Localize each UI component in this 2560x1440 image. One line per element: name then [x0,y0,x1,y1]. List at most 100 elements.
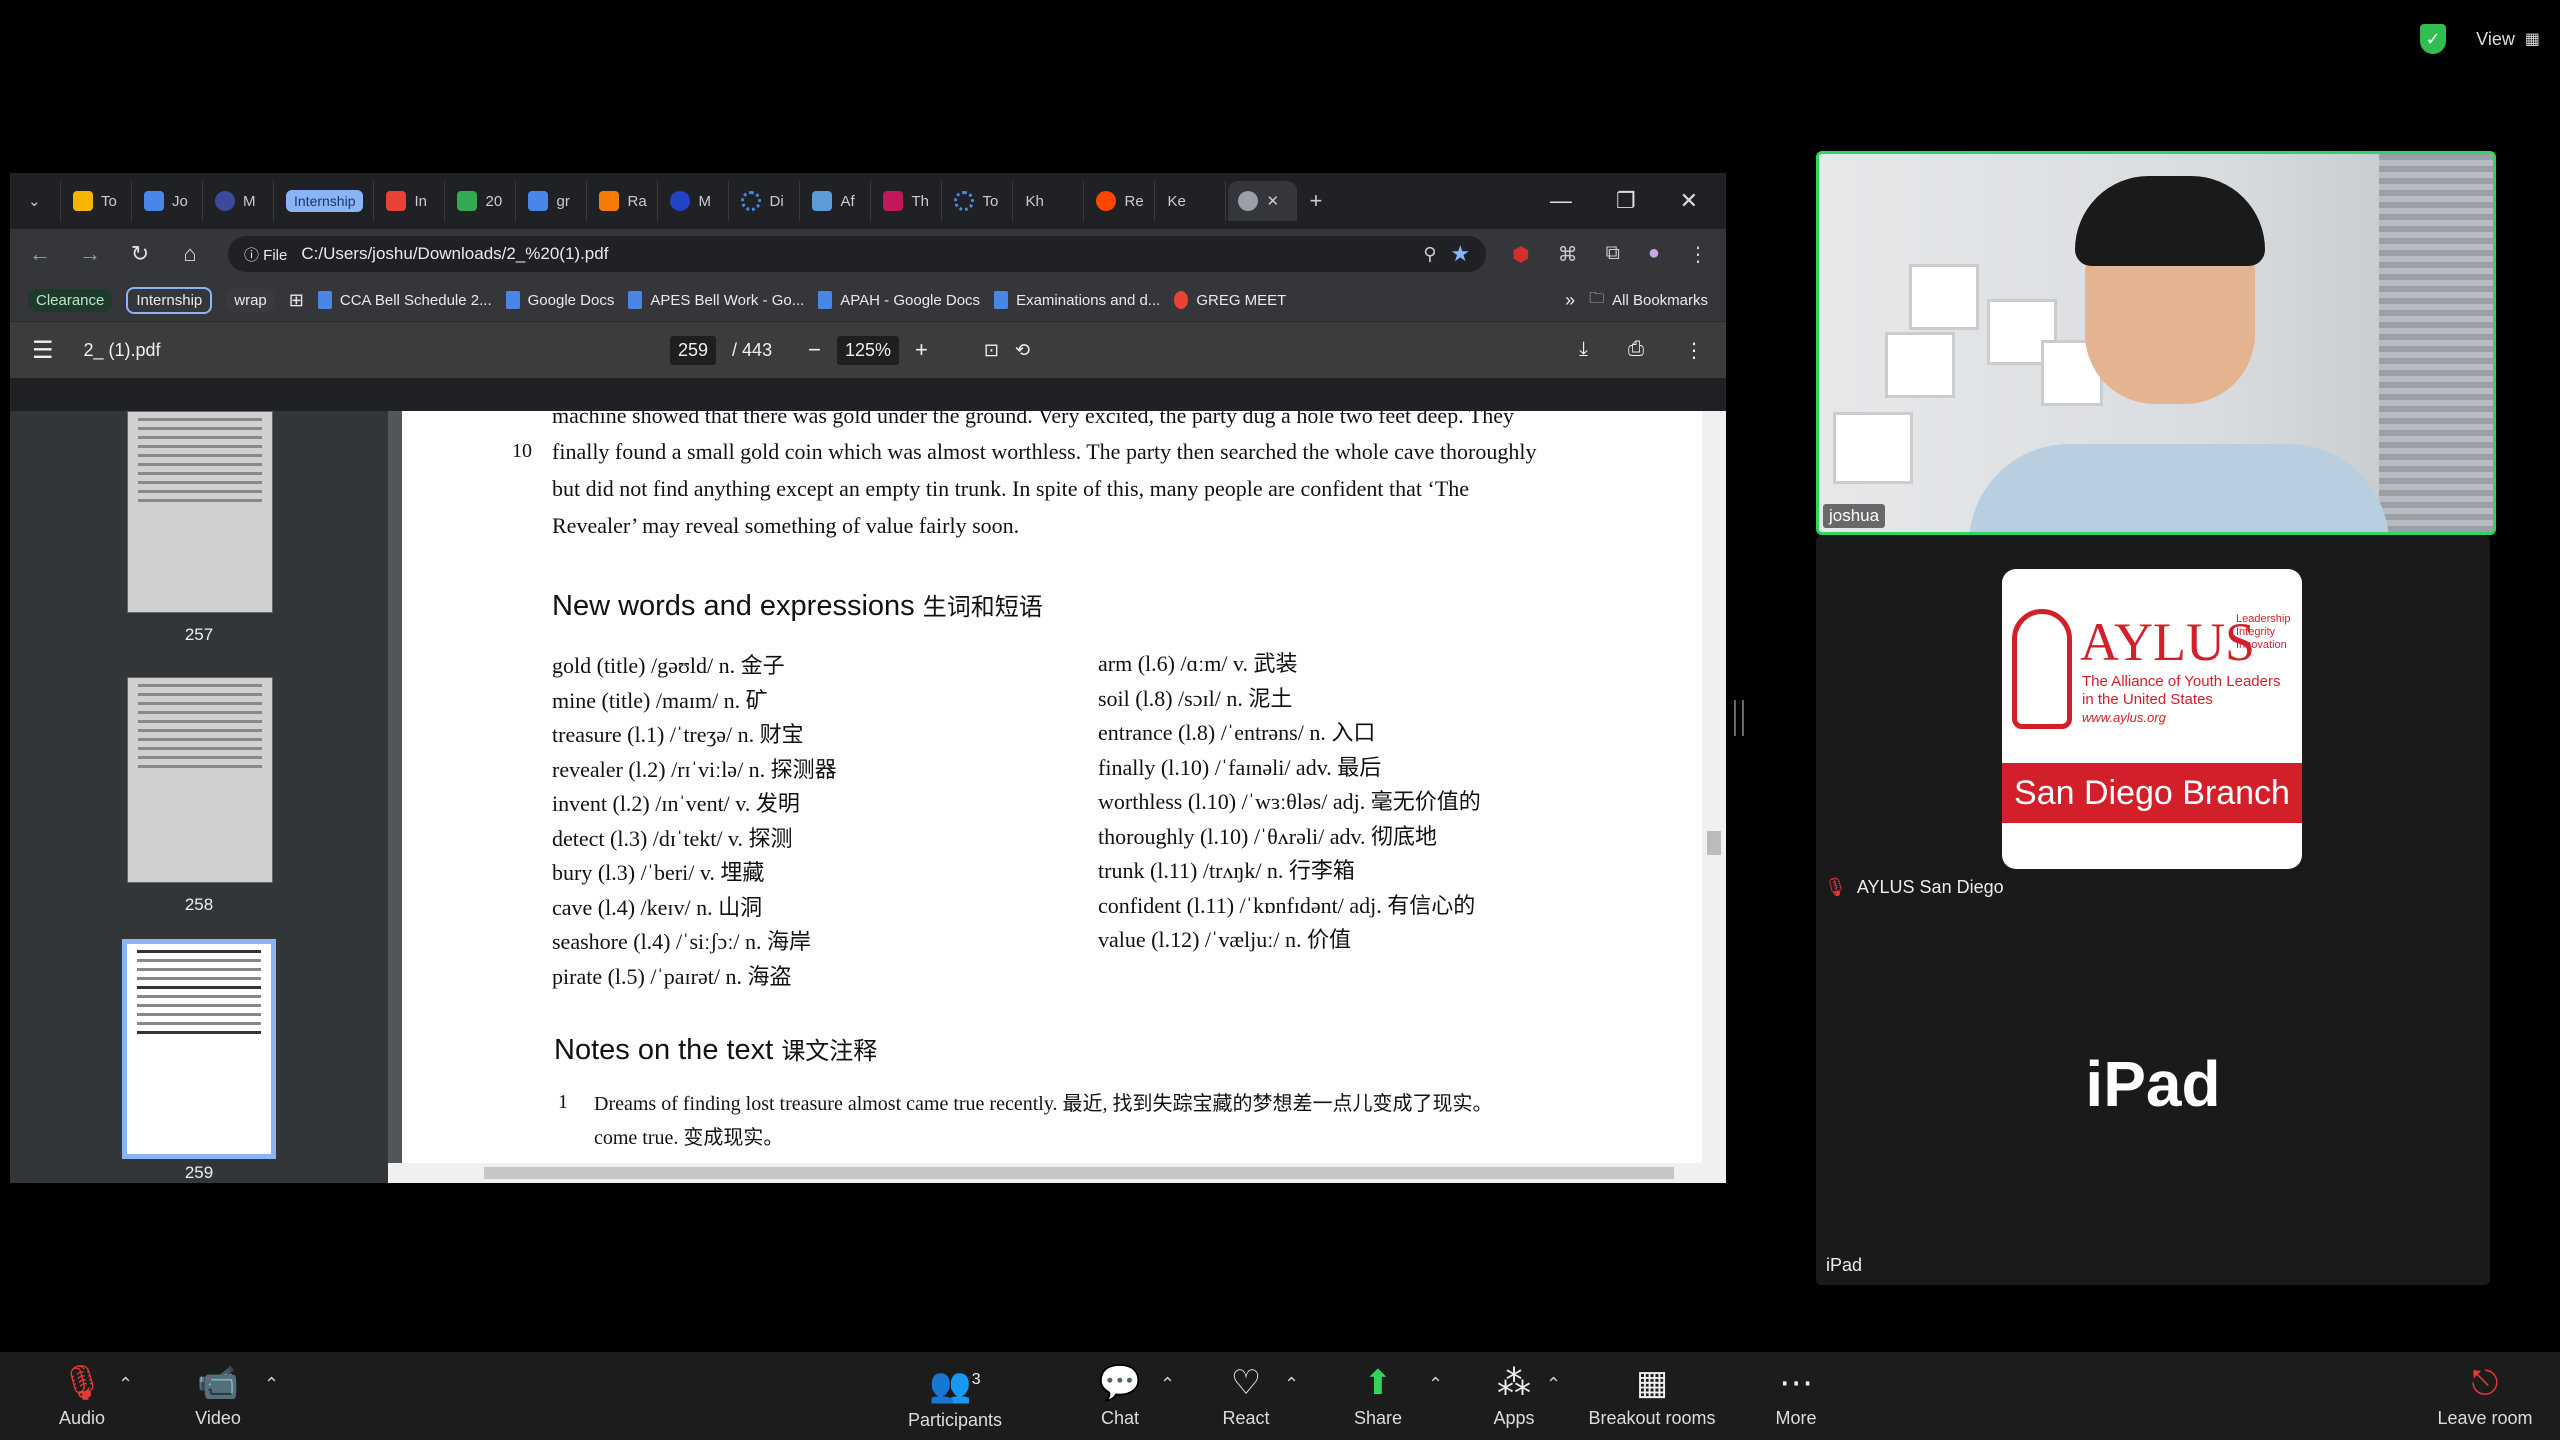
video-tile-aylus-ipad[interactable]: AYLUS Leadership Integrity Innovation Th… [1816,535,2490,1285]
tab-11[interactable]: Af [802,181,872,221]
rotate-icon[interactable]: ⟲ [1015,340,1030,361]
tab-1[interactable]: To [63,181,132,221]
tab-8[interactable]: Ra [589,181,659,221]
bookmark-6[interactable]: GREG MEET [1174,291,1286,309]
docs-icon [317,291,332,309]
restore-icon[interactable]: ❐ [1616,188,1636,214]
fit-page-icon[interactable]: ⊡ [984,340,999,361]
tab-2[interactable]: Jo [134,181,203,221]
thumbnail-257[interactable] [127,411,273,613]
command-icon[interactable]: ⌘ [1558,242,1578,267]
tab-active[interactable]: ✕ [1228,181,1298,221]
thumbnail-259-selected[interactable] [122,939,276,1159]
horizontal-scrollbar[interactable] [388,1163,1702,1183]
audio-options-caret[interactable]: ⌃ [118,1374,133,1395]
back-icon[interactable]: ← [28,241,52,267]
tab-13[interactable]: To [944,181,1014,221]
apps-button[interactable]: ⁂ Apps [1484,1352,1544,1440]
react-button[interactable]: ♡ React [1216,1352,1276,1440]
print-icon[interactable]: ⎙ [1628,338,1644,363]
split-drag-handle[interactable] [1734,700,1744,736]
apps-grid-icon[interactable]: ⊞ [289,290,304,311]
download-icon[interactable]: ⤓ [1579,338,1588,363]
more-button[interactable]: ⋯ More [1766,1352,1826,1440]
scroll-thumb[interactable] [484,1167,1674,1179]
zoom-in-icon[interactable]: + [915,337,928,363]
reload-icon[interactable]: ↻ [128,241,152,267]
shield-check-icon[interactable]: ✓ [2420,24,2447,54]
bookmark-3[interactable]: APES Bell Work - Go... [628,291,804,309]
bookmark-group-clearance[interactable]: Clearance [28,288,113,312]
chat-options-caret[interactable]: ⌃ [1160,1374,1175,1395]
close-tab-icon[interactable]: ✕ [1266,192,1279,210]
tab-6[interactable]: 20 [447,181,517,221]
share-options-caret[interactable]: ⌃ [1428,1374,1443,1395]
tab-12[interactable]: Th [873,181,943,221]
zoom-magnifier-icon[interactable]: ⚲ [1423,244,1436,265]
bookmark-5[interactable]: Examinations and d... [994,291,1160,309]
forward-icon[interactable]: → [78,241,102,267]
minimize-icon[interactable]: — [1550,188,1572,214]
more-options-icon[interactable]: ⋮ [1684,338,1704,363]
vocab-left-column: gold (title) /gəʊld/ n. 金子 mine (title) … [552,649,837,994]
home-icon[interactable]: ⌂ [178,241,202,267]
bookmark-1[interactable]: CCA Bell Schedule 2... [317,291,492,309]
audio-button[interactable]: 🎙 Audio [52,1352,112,1440]
more-bookmarks-icon[interactable]: » [1565,290,1575,311]
participant-name: AYLUS San Diego [1856,877,2004,897]
tab-15[interactable]: Re [1086,181,1156,221]
reddit-icon [1096,191,1117,211]
bookmark-group-wrap[interactable]: wrap [226,288,275,312]
bookmark-4[interactable]: APAH - Google Docs [818,291,980,309]
breakout-rooms-button[interactable]: ▦ Breakout rooms [1582,1352,1722,1440]
page-number-input[interactable]: 259 [670,335,717,365]
thumbnail-258[interactable] [127,677,273,883]
extensions-puzzle-icon[interactable]: ⧉ [1606,242,1620,267]
video-options-caret[interactable]: ⌃ [264,1374,279,1395]
new-tab-button[interactable]: + [1299,181,1367,221]
hamburger-icon[interactable]: ☰ [32,336,54,365]
address-bar[interactable]: ⓘ File C:/Users/joshu/Downloads/2_%20(1)… [228,236,1487,272]
tab-3[interactable]: M [205,181,274,221]
menu-dots-icon[interactable]: ⋮ [1688,242,1708,267]
all-bookmarks[interactable]: 🗀 All Bookmarks [1589,288,1708,313]
line-number: 10 [512,440,532,462]
view-button[interactable]: View ▦ [2476,29,2540,50]
tab-7[interactable]: gr [518,181,588,221]
video-button[interactable]: 📹 Video [185,1352,251,1440]
participants-button[interactable]: 👥3 Participants [900,1352,1010,1440]
vertical-scrollbar[interactable] [1702,411,1726,1183]
tab-10[interactable]: Di [731,181,801,221]
share-button[interactable]: ⬆ Share [1348,1352,1408,1440]
loading-icon [741,191,762,211]
chat-button[interactable]: 💬 Chat [1090,1352,1150,1440]
leave-room-button[interactable]: ⎋ Leave room [2430,1352,2540,1440]
address-text: C:/Users/joshu/Downloads/2_%20(1).pdf [301,244,609,263]
zoom-out-icon[interactable]: − [808,337,821,363]
scroll-thumb[interactable] [1707,831,1721,855]
profile-avatar-icon[interactable]: ● [1648,242,1660,267]
video-tile-joshua[interactable]: joshua [1816,151,2496,535]
apps-options-caret[interactable]: ⌃ [1546,1374,1561,1395]
tab-search-button[interactable]: ⌄ [18,181,61,221]
ublock-icon[interactable]: ⬢ [1512,242,1529,267]
tab-5[interactable]: In [376,181,446,221]
tab-strip: ⌄ To Jo M Internship In 20 gr Ra M Di Af… [10,173,1726,229]
tab-14[interactable]: Kh [1015,181,1085,221]
tab-group-internship[interactable]: Internship [276,181,375,221]
pdf-toolbar: ☰ 2_ (1).pdf 259 / 443 − 125% + ⊡ ⟲ ⤓ ⎙ … [10,322,1726,378]
participant-name: joshua [1823,504,1886,528]
zoom-input[interactable]: 125% [836,335,899,365]
react-options-caret[interactable]: ⌃ [1284,1374,1299,1395]
close-window-icon[interactable]: ✕ [1680,188,1698,214]
bookmark-2[interactable]: Google Docs [505,291,614,309]
site-info-chip[interactable]: ⓘ File [244,244,287,265]
more-dots-icon: ⋯ [1779,1363,1813,1402]
vocab-item: revealer (l.2) /rɪˈviːlə/ n. 探测器 [552,756,837,782]
bookmark-star-icon[interactable]: ★ [1450,241,1470,267]
bookmark-group-internship[interactable]: Internship [126,286,213,314]
tab-16[interactable]: Ke [1157,181,1227,221]
tab-9[interactable]: M [660,181,730,221]
thumbnail-sidebar: 257 258 259 [10,411,388,1183]
thumbnail-label: 258 [184,895,214,914]
